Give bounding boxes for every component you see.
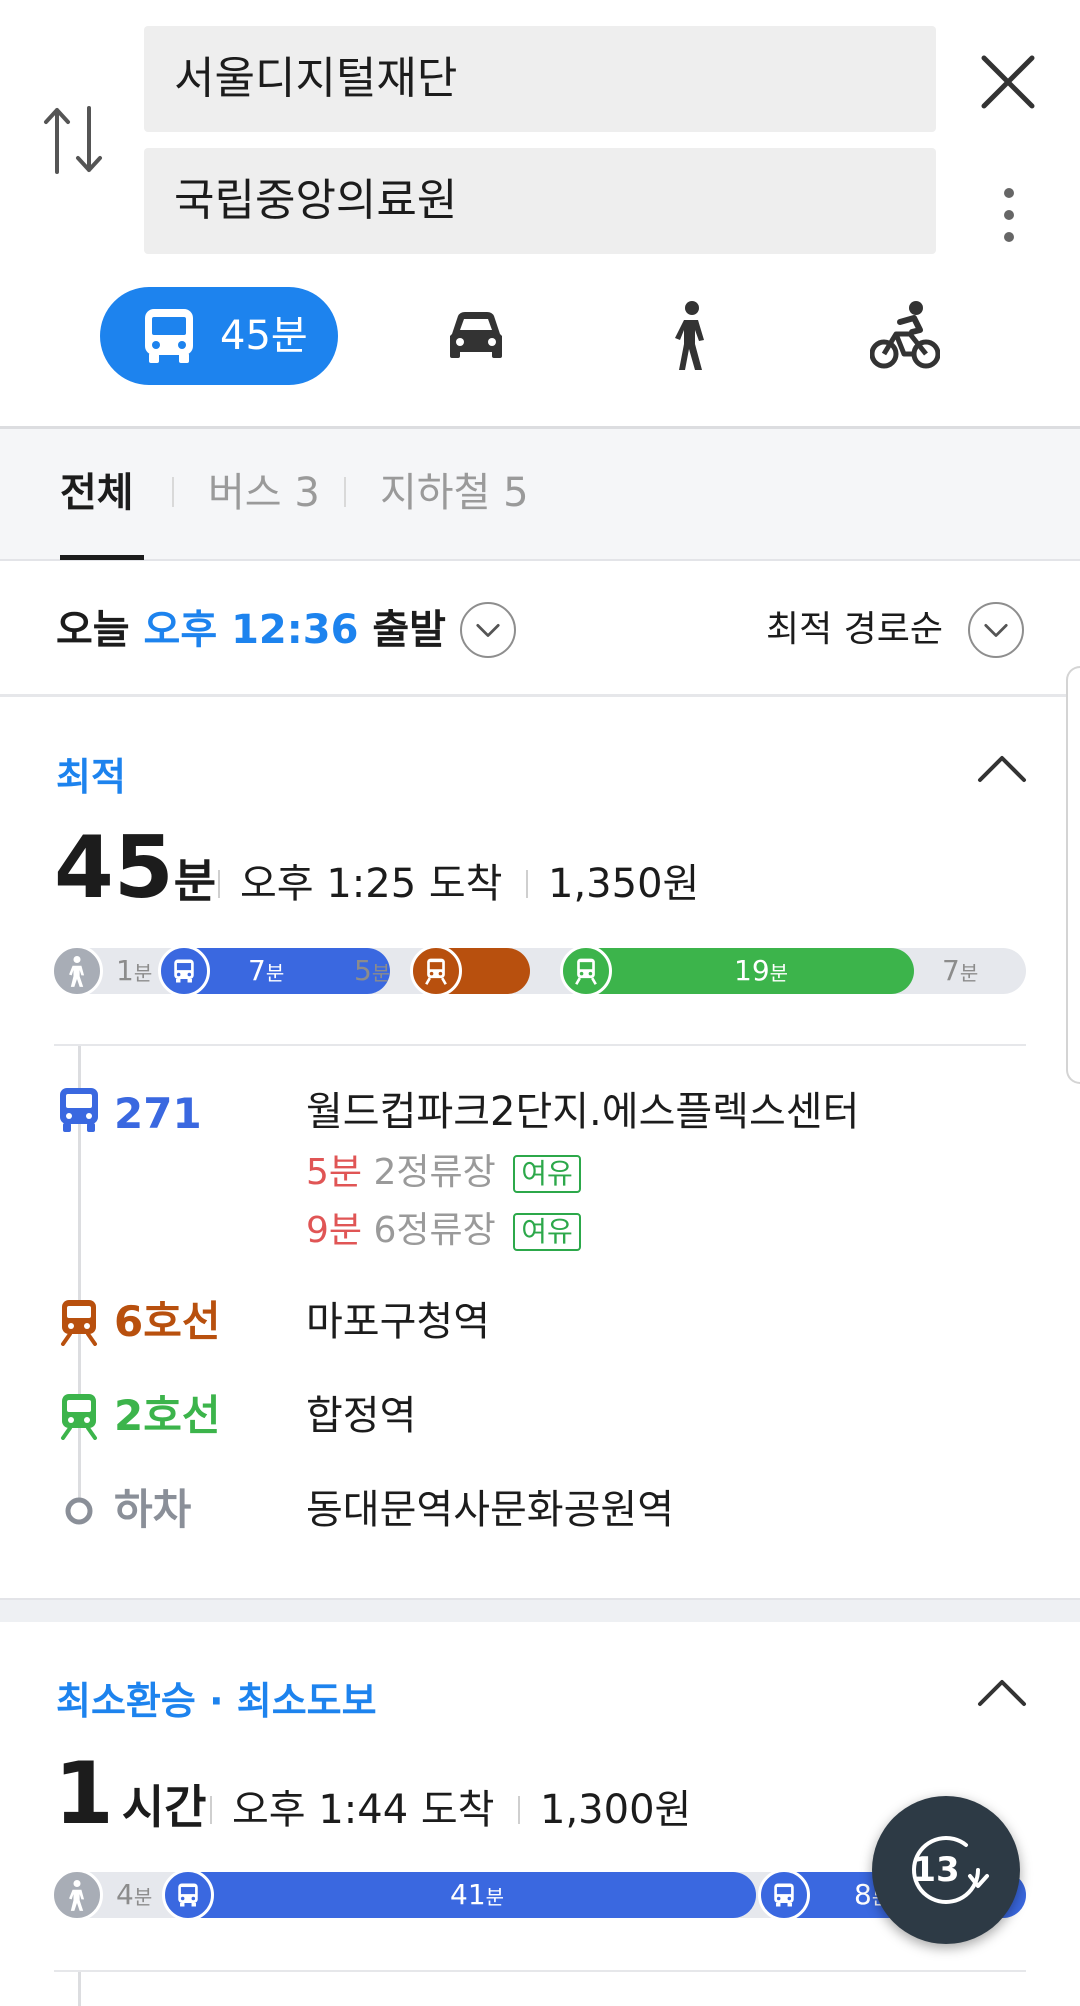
destination-input[interactable]: 국립중앙의료원	[144, 148, 936, 254]
chevron-down-icon[interactable]	[460, 602, 516, 658]
meta-separator	[526, 870, 528, 898]
bus-icon	[758, 1869, 810, 1921]
station-name: 합정역	[306, 1393, 417, 1439]
walk-icon	[51, 1869, 103, 1921]
route-fare: 1,300원	[540, 1787, 692, 1833]
sort-order-label[interactable]: 최적 경로순	[766, 604, 943, 656]
subway-icon	[560, 945, 612, 997]
timeline-walk-time: 4분	[116, 1878, 153, 1911]
bus-route-number[interactable]: 271	[114, 1084, 202, 1144]
route-duration: 45분	[54, 818, 216, 931]
departure-time[interactable]: 오늘 오후 12:36 출발	[56, 600, 446, 660]
meta-separator	[218, 870, 220, 898]
route-timeline: 1분 7분 5분 19분 7분	[51, 945, 1026, 997]
subway-line-label[interactable]: 2호선	[114, 1386, 221, 1446]
timeline-walk-time: 5분	[354, 954, 391, 987]
route-duration-number: 1	[54, 1744, 114, 1844]
bus-arrival-info: 5분 2정류장 여유	[306, 1144, 581, 1202]
route-filter-tabs: 전체 버스 3 지하철 5	[0, 429, 1080, 561]
tab-subway[interactable]: 지하철 5	[380, 429, 529, 557]
depart-day: 오늘	[56, 607, 130, 653]
walk-icon	[51, 945, 103, 997]
tab-separator	[344, 477, 346, 507]
timeline-walk-time: 1분	[116, 954, 153, 987]
depart-time: 오후 12:36	[143, 607, 359, 653]
chevron-up-icon[interactable]	[976, 1676, 1028, 1710]
route-fare: 1,350원	[548, 861, 700, 907]
timeline-bus-time: 41분	[450, 1878, 505, 1911]
route-arrival: 오후 1:44 도착	[232, 1787, 495, 1833]
bus-icon	[162, 1869, 214, 1921]
tab-bus[interactable]: 버스 3	[208, 429, 320, 557]
bike-icon[interactable]	[870, 300, 940, 372]
route-duration-unit: 분	[173, 854, 217, 908]
bus-icon	[60, 1088, 98, 1132]
timeline-bus-segment: 41분	[166, 1872, 756, 1918]
subway-icon	[61, 1394, 97, 1440]
mode-transit-button[interactable]: 45분	[100, 287, 338, 385]
arrival-minutes: 9분	[306, 1210, 363, 1251]
scrollbar[interactable]	[1066, 666, 1080, 1084]
station-name: 동대문역사문화공원역	[306, 1487, 674, 1533]
more-options-icon[interactable]	[992, 186, 1026, 244]
crowd-status-badge: 여유	[513, 1155, 581, 1193]
crowd-status-badge: 여유	[513, 1213, 581, 1251]
chevron-up-icon[interactable]	[976, 752, 1028, 786]
tab-active-indicator	[60, 555, 144, 560]
divider	[54, 1044, 1026, 1046]
section-divider	[0, 694, 1080, 697]
bus-stop-name: 월드컵파크2단지.에스플렉스센터	[306, 1089, 860, 1135]
swap-icon[interactable]	[42, 104, 104, 176]
transit-time-label: 45분	[220, 313, 308, 359]
tab-separator	[172, 477, 174, 507]
route-duration-unit: 시간	[121, 1780, 207, 1834]
alight-label: 하차	[114, 1485, 192, 1534]
car-icon[interactable]	[444, 300, 508, 372]
arrival-stops: 6정류장	[373, 1210, 496, 1251]
subway-icon	[410, 945, 462, 997]
alight-point-icon	[65, 1497, 93, 1525]
route-arrival: 오후 1:25 도착	[240, 861, 503, 907]
bus-arrival-info: 9분 6정류장 여유	[306, 1202, 581, 1260]
walk-icon[interactable]	[670, 300, 714, 372]
bus-icon	[145, 309, 193, 363]
divider	[54, 1970, 1026, 1972]
timeline-bus-time: 7분	[248, 954, 285, 987]
subway-icon	[61, 1300, 97, 1346]
route-duration-number: 45	[54, 818, 174, 918]
arrival-stops: 2정류장	[373, 1152, 496, 1193]
subway-line-label[interactable]: 6호선	[114, 1292, 221, 1352]
arrival-minutes: 5분	[306, 1152, 363, 1193]
route-tag: 최적	[56, 755, 126, 799]
origin-input[interactable]: 서울디지털재단	[144, 26, 936, 132]
meta-separator	[210, 1796, 212, 1824]
depart-suffix: 출발	[372, 607, 446, 653]
tab-all[interactable]: 전체	[60, 429, 134, 557]
close-icon[interactable]	[976, 50, 1040, 114]
route-step-line	[78, 1972, 81, 2006]
bus-icon	[158, 945, 210, 997]
card-separator	[0, 1598, 1080, 1622]
meta-separator	[518, 1796, 520, 1824]
route-tag: 최소환승 · 최소도보	[56, 1679, 377, 1723]
refresh-countdown: 13	[912, 1850, 960, 1890]
timeline-line2-time: 19분	[734, 954, 789, 987]
refresh-button[interactable]: 13	[872, 1796, 1020, 1944]
chevron-down-icon[interactable]	[968, 602, 1024, 658]
timeline-line2-segment: 19분	[564, 948, 914, 994]
timeline-walk-time: 7분	[942, 954, 979, 987]
route-duration: 1 시간	[54, 1744, 206, 1857]
station-name: 마포구청역	[306, 1299, 490, 1345]
